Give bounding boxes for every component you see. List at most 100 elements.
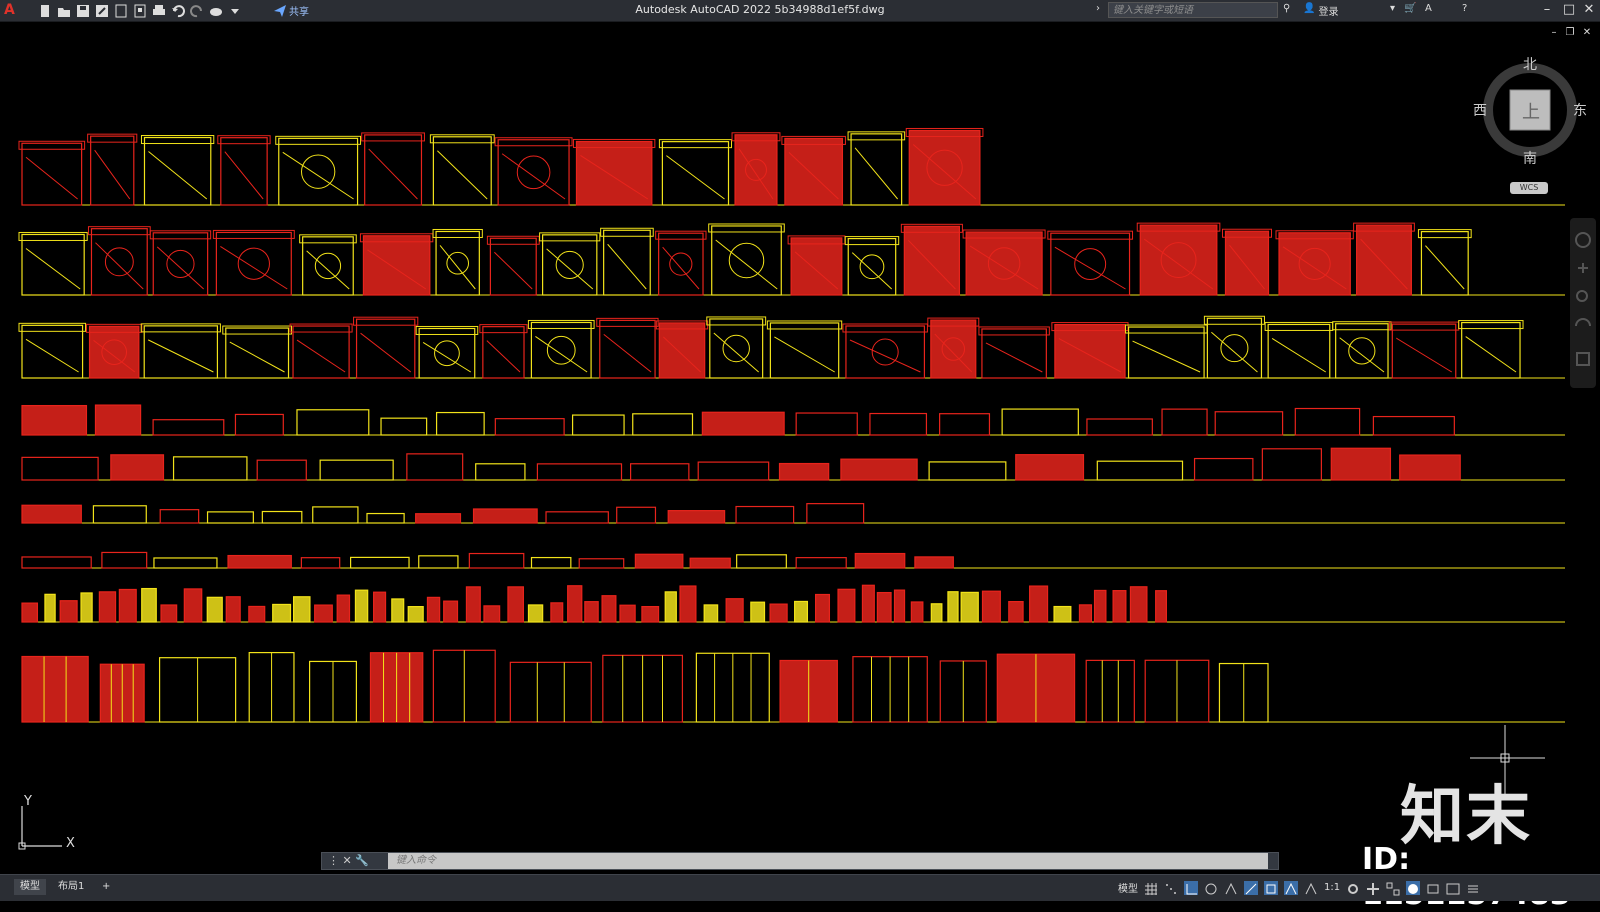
cad-block[interactable] bbox=[21, 504, 82, 524]
annotation-visibility-icon[interactable] bbox=[1284, 880, 1298, 895]
bed-sheet-line[interactable] bbox=[854, 147, 899, 200]
headboard[interactable] bbox=[1125, 324, 1208, 334]
cad-block[interactable] bbox=[840, 458, 918, 481]
cad-block[interactable] bbox=[806, 503, 865, 524]
cad-block[interactable] bbox=[272, 603, 292, 623]
cad-block[interactable] bbox=[160, 604, 178, 623]
bed-pillow[interactable] bbox=[104, 247, 134, 277]
headboard[interactable] bbox=[429, 134, 495, 144]
headboard[interactable] bbox=[432, 228, 483, 238]
tab-model[interactable]: 模型 bbox=[14, 879, 46, 895]
cad-block[interactable] bbox=[711, 225, 782, 296]
bed-sheet-line[interactable] bbox=[95, 242, 144, 290]
cad-block[interactable] bbox=[550, 602, 564, 623]
cad-block[interactable] bbox=[94, 404, 142, 436]
headboard[interactable] bbox=[486, 235, 540, 245]
cad-block[interactable] bbox=[468, 552, 525, 569]
cad-block[interactable] bbox=[172, 456, 248, 481]
annotation-scale[interactable]: 1:1 bbox=[1324, 882, 1340, 893]
cad-block[interactable] bbox=[362, 235, 431, 296]
cad-block[interactable] bbox=[527, 604, 544, 623]
cad-block[interactable] bbox=[664, 591, 677, 623]
cad-block[interactable] bbox=[1330, 447, 1392, 481]
command-input[interactable]: 键入命令 bbox=[388, 853, 1268, 869]
bed-sheet-line[interactable] bbox=[851, 252, 893, 290]
cad-block[interactable] bbox=[312, 506, 359, 524]
cad-block[interactable] bbox=[44, 593, 56, 623]
bed-sheet-line[interactable] bbox=[486, 340, 521, 373]
bed-sheet-line[interactable] bbox=[666, 155, 725, 200]
cad-block[interactable] bbox=[1127, 326, 1205, 379]
cad-block[interactable] bbox=[21, 324, 84, 379]
bed-sheet-line[interactable] bbox=[1339, 337, 1385, 373]
cad-block[interactable] bbox=[914, 556, 954, 569]
bed-sheet-line[interactable] bbox=[1054, 246, 1126, 290]
save-as-icon[interactable] bbox=[95, 4, 109, 18]
cad-block[interactable] bbox=[509, 661, 592, 723]
cad-block[interactable] bbox=[59, 600, 78, 623]
bed-sheet-line[interactable] bbox=[1425, 245, 1465, 290]
headboard[interactable] bbox=[1332, 321, 1392, 331]
cad-block[interactable] bbox=[159, 509, 200, 524]
open-web-icon[interactable] bbox=[114, 4, 128, 18]
cart-icon[interactable]: 🛒 bbox=[1404, 3, 1416, 14]
cad-block[interactable] bbox=[98, 591, 117, 623]
cad-block[interactable] bbox=[225, 596, 241, 623]
headboard[interactable] bbox=[844, 236, 900, 246]
cad-block[interactable] bbox=[143, 325, 219, 379]
cad-block[interactable] bbox=[248, 605, 266, 623]
command-close-icon[interactable]: ⋮ ✕ 🔧 bbox=[328, 854, 369, 867]
bed-sheet-line[interactable] bbox=[1465, 336, 1517, 373]
bed-sheet-line[interactable] bbox=[713, 332, 759, 373]
cad-block[interactable] bbox=[845, 325, 926, 379]
cad-block[interactable] bbox=[530, 321, 592, 379]
cad-block[interactable] bbox=[632, 413, 694, 436]
cad-block[interactable] bbox=[1391, 323, 1457, 379]
cad-block[interactable] bbox=[854, 552, 906, 569]
headboard[interactable] bbox=[708, 223, 785, 233]
cad-block[interactable] bbox=[545, 511, 609, 524]
cad-block[interactable] bbox=[278, 137, 359, 206]
snap-icon[interactable] bbox=[1164, 881, 1178, 895]
headboard[interactable] bbox=[766, 320, 843, 330]
wcs-menu[interactable]: WCS bbox=[1510, 182, 1548, 194]
cad-block[interactable] bbox=[336, 594, 351, 623]
cad-block[interactable] bbox=[1193, 457, 1254, 481]
cad-block[interactable] bbox=[861, 584, 875, 623]
cad-block[interactable] bbox=[837, 588, 856, 623]
cad-block[interactable] bbox=[876, 591, 892, 623]
bed-pillow[interactable] bbox=[555, 250, 584, 279]
bed-sheet-line[interactable] bbox=[94, 149, 131, 200]
bed-sheet-line[interactable] bbox=[546, 248, 594, 290]
headboard[interactable] bbox=[1203, 315, 1265, 325]
headboard[interactable] bbox=[222, 325, 293, 335]
workspace-gear-icon[interactable] bbox=[1346, 881, 1360, 895]
bed-sheet-line[interactable] bbox=[220, 246, 288, 290]
cad-block[interactable] bbox=[703, 604, 719, 623]
bed-sheet-line[interactable] bbox=[603, 333, 652, 373]
cad-block[interactable] bbox=[21, 456, 99, 481]
cad-block[interactable] bbox=[418, 327, 476, 379]
cad-block[interactable] bbox=[153, 557, 218, 569]
cad-block[interactable] bbox=[1372, 415, 1455, 436]
add-layout-button[interactable]: + bbox=[96, 879, 116, 895]
bed-pillow[interactable] bbox=[728, 242, 765, 279]
cad-block[interactable] bbox=[965, 231, 1043, 296]
bed-sheet-line[interactable] bbox=[715, 239, 778, 290]
cad-block[interactable] bbox=[1112, 590, 1127, 623]
cad-block[interactable] bbox=[794, 600, 809, 623]
bed-pillow[interactable] bbox=[1220, 334, 1249, 363]
cad-block[interactable] bbox=[21, 404, 88, 436]
cad-block[interactable] bbox=[472, 508, 538, 524]
cad-block[interactable] bbox=[910, 601, 924, 623]
bed-pillow[interactable] bbox=[859, 254, 885, 280]
cad-block[interactable] bbox=[292, 325, 350, 379]
bed-sheet-line[interactable] bbox=[1211, 331, 1258, 373]
headboard[interactable] bbox=[494, 137, 573, 147]
cad-block[interactable] bbox=[769, 322, 840, 379]
bed-pillow[interactable] bbox=[516, 155, 551, 190]
cad-block[interactable] bbox=[90, 135, 135, 206]
cad-block[interactable] bbox=[88, 325, 140, 379]
cad-block[interactable] bbox=[152, 419, 225, 436]
search-arrow-icon[interactable]: › bbox=[1096, 3, 1100, 14]
